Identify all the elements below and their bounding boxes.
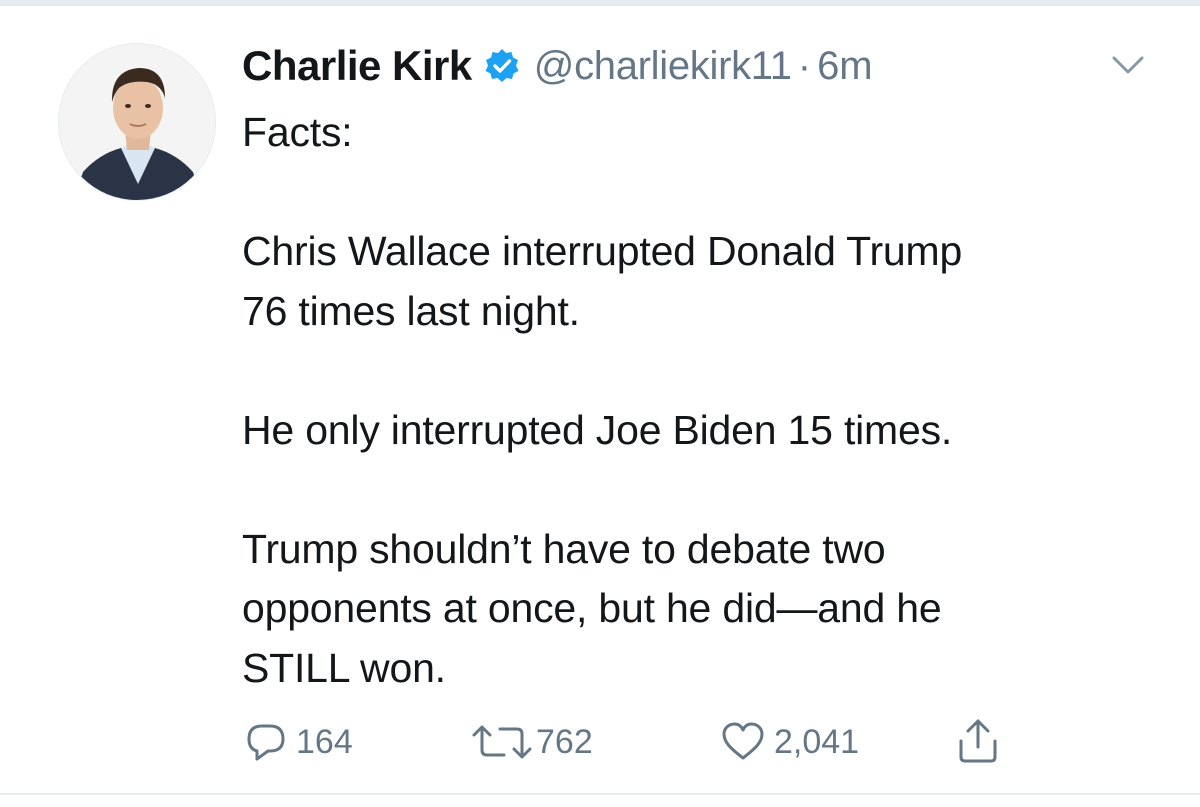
separator-dot: · <box>797 43 812 88</box>
display-name[interactable]: Charlie Kirk <box>242 42 472 90</box>
tweet-text-line: He only interrupted Joe Biden 15 times. <box>242 406 953 453</box>
tweet-header: Charlie Kirk @charliekirk11 · 6m <box>242 38 873 94</box>
timestamp[interactable]: 6m <box>817 44 873 89</box>
retweet-icon <box>470 720 534 764</box>
action-bar: 164 762 2,041 <box>0 712 1200 772</box>
tweet-text-line <box>242 341 1142 401</box>
tweet-text-line <box>242 163 1142 223</box>
tweet-text-line: Chris Wallace interrupted Donald Trump <box>242 228 963 274</box>
tweet-text-line: opponents at once, but he did—and he <box>242 585 942 631</box>
tweet-text-line: Facts: <box>242 109 353 155</box>
verified-badge-icon <box>484 48 520 84</box>
share-button[interactable] <box>956 712 1000 772</box>
chevron-down-icon[interactable] <box>1110 50 1146 78</box>
like-count: 2,041 <box>774 722 860 761</box>
avatar[interactable] <box>58 43 216 201</box>
reply-button[interactable]: 164 <box>244 712 353 772</box>
tweet-text-line: STILL won. <box>242 644 446 691</box>
bottom-divider <box>0 793 1200 795</box>
like-button[interactable]: 2,041 <box>720 712 859 772</box>
retweet-count: 762 <box>536 722 593 761</box>
top-divider <box>0 0 1200 6</box>
handle[interactable]: @charliekirk11 <box>534 44 792 89</box>
reply-count: 164 <box>296 722 353 761</box>
reply-icon <box>244 720 288 764</box>
heart-icon <box>720 720 766 764</box>
tweet-text: Facts: Chris Wallace interrupted Donald … <box>242 103 1142 698</box>
tweet-text-line <box>242 460 1142 520</box>
tweet-text-line: Trump shouldn’t have to debate two <box>242 525 886 572</box>
share-icon <box>956 717 1000 767</box>
retweet-button[interactable]: 762 <box>470 712 593 772</box>
tweet-text-line: 76 times last night. <box>242 287 580 334</box>
